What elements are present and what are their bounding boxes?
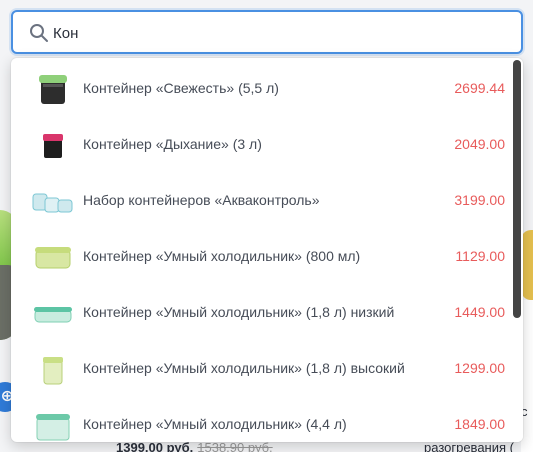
search-results-dropdown: Контейнер «Свежесть» (5,5 л) 2699.44 Кон… — [11, 58, 523, 442]
scrollbar-track[interactable] — [511, 58, 523, 442]
result-price: 1849.00 — [454, 416, 505, 432]
result-item-dykhanie[interactable]: Контейнер «Дыхание» (3 л) 2049.00 — [11, 116, 511, 172]
result-item-umnyi-18-high[interactable]: Контейнер «Умный холодильник» (1,8 л) вы… — [11, 340, 511, 396]
product-thumbnail — [32, 193, 73, 213]
result-name: Набор контейнеров «Акваконтроль» — [83, 192, 320, 208]
result-item-svezhest[interactable]: Контейнер «Свежесть» (5,5 л) 2699.44 — [11, 60, 511, 116]
product-thumbnail — [35, 247, 71, 269]
result-item-akvakontrol[interactable]: Набор контейнеров «Акваконтроль» 3199.00 — [11, 172, 511, 228]
product-thumbnail — [34, 307, 72, 323]
result-name: Контейнер «Умный холодильник» (800 мл) — [83, 248, 361, 264]
result-price: 1449.00 — [454, 304, 505, 320]
product-thumbnail — [43, 134, 63, 158]
result-name: Контейнер «Умный холодильник» (1,8 л) вы… — [83, 360, 405, 376]
result-price: 2049.00 — [454, 136, 505, 152]
product-thumbnail — [39, 75, 67, 104]
search-input[interactable] — [53, 20, 493, 46]
result-price: 1299.00 — [454, 360, 505, 376]
product-thumbnail — [36, 414, 70, 441]
search-icon — [30, 24, 48, 42]
result-price: 1129.00 — [455, 248, 505, 264]
result-name: Контейнер «Умный холодильник» (1,8 л) ни… — [83, 304, 395, 320]
result-item-umnyi-18-low[interactable]: Контейнер «Умный холодильник» (1,8 л) ни… — [11, 284, 511, 340]
result-name: Контейнер «Свежесть» (5,5 л) — [83, 80, 279, 96]
result-name: Контейнер «Дыхание» (3 л) — [83, 136, 262, 152]
product-thumbnail — [43, 357, 63, 385]
search-box[interactable] — [11, 10, 523, 54]
result-name: Контейнер «Умный холодильник» (4,4 л) — [83, 416, 347, 432]
result-price: 3199.00 — [454, 192, 505, 208]
scrollbar-thumb[interactable] — [513, 60, 521, 318]
result-price: 2699.44 — [454, 80, 505, 96]
result-item-umnyi-800[interactable]: Контейнер «Умный холодильник» (800 мл) 1… — [11, 228, 511, 284]
result-item-umnyi-44[interactable]: Контейнер «Умный холодильник» (4,4 л) 18… — [11, 396, 511, 442]
